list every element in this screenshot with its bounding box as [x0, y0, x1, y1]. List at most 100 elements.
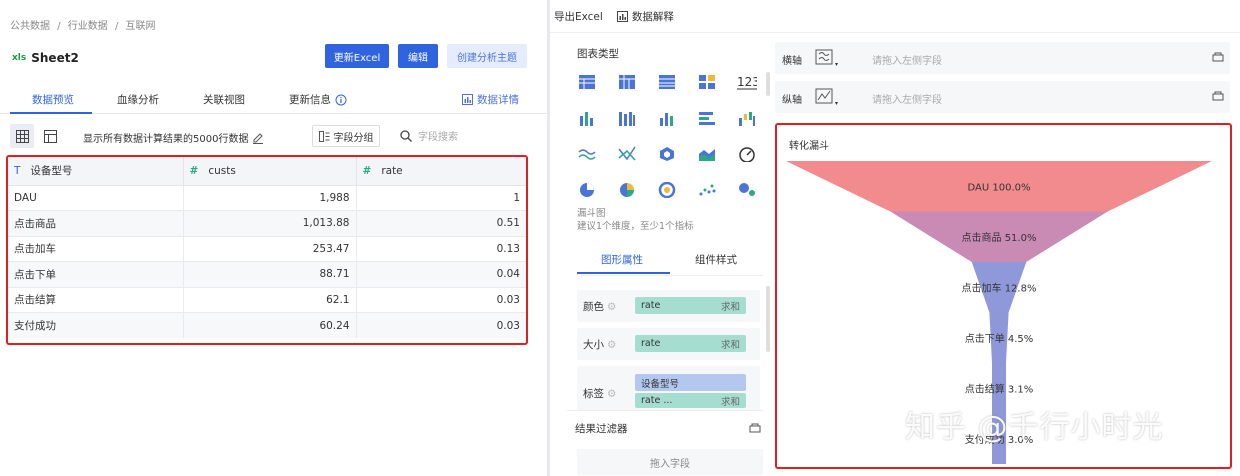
tag-field-pill[interactable]: 设备型号	[635, 374, 746, 391]
table-row: 点击商品 1,013.88 0.51	[8, 210, 526, 237]
data-table-highlight: T 设备型号 # custs # rate DAU 1,988 1 点击商品 1,013.8…	[6, 155, 528, 345]
svg-text:123: 123	[737, 75, 757, 89]
data-detail-link[interactable]: 数据详情	[462, 92, 519, 107]
column-header[interactable]: # rate	[356, 157, 526, 186]
edit-button[interactable]: 编辑	[398, 44, 438, 68]
stacked-bar-icon[interactable]	[617, 108, 637, 128]
property-scrollbar[interactable]	[766, 286, 770, 352]
breadcrumb-industry-data[interactable]: 行业数据	[68, 21, 108, 32]
grouped-bar-icon[interactable]	[577, 108, 597, 128]
active-subtab-indicator	[577, 272, 670, 274]
table-cell: 点击加车	[8, 236, 184, 262]
multi-pie-icon[interactable]	[657, 180, 677, 200]
breadcrumb-sep: /	[57, 21, 61, 32]
line-chart-icon[interactable]	[577, 144, 597, 164]
lock-icon[interactable]	[1212, 51, 1224, 62]
result-filter-section: 结果过滤器 拖入字段	[567, 410, 763, 476]
column-header[interactable]: T 设备型号	[8, 157, 184, 186]
lock-icon[interactable]	[1212, 90, 1224, 101]
detail-table-icon[interactable]	[657, 72, 677, 92]
x-axis-type-icon[interactable]	[815, 49, 839, 67]
gauge-chart-icon[interactable]	[737, 144, 757, 164]
x-axis-label: 横轴	[782, 56, 802, 67]
card-layout-icon[interactable]	[697, 72, 717, 92]
color-field-pill[interactable]: rate 求和	[635, 297, 746, 314]
horizontal-bar-icon[interactable]	[697, 108, 717, 128]
row-count-info: 显示所有数据计算结果的5000行数据	[83, 130, 264, 145]
tab-update-info[interactable]: 更新信息	[289, 92, 347, 107]
column-header[interactable]: # custs	[183, 157, 357, 186]
grid-icon	[15, 129, 29, 143]
radar-chart-icon[interactable]	[617, 144, 637, 164]
size-field-pill[interactable]: rate 求和	[635, 335, 746, 352]
chart-types-title: 图表类型	[577, 48, 619, 60]
color-field-agg: 求和	[720, 301, 740, 313]
settings-icon[interactable]: ⚙	[607, 339, 616, 351]
filter-drop-zone[interactable]: 拖入字段	[577, 449, 763, 475]
field-group-icon	[318, 130, 329, 142]
pie-chart-icon[interactable]	[577, 180, 597, 200]
polygon-chart-icon[interactable]	[657, 144, 677, 164]
table-cell: 88.71	[183, 261, 357, 288]
edit-pencil-icon[interactable]	[252, 132, 264, 144]
active-tab-indicator	[10, 112, 92, 114]
scatter-chart-icon[interactable]	[697, 180, 717, 200]
search-icon	[400, 129, 412, 142]
settings-icon[interactable]: ⚙	[607, 388, 616, 400]
funnel-label: 点击下单 4.5%	[965, 333, 1034, 345]
update-excel-button[interactable]: 更新Excel	[325, 44, 389, 68]
column-chart-icon[interactable]	[657, 108, 677, 128]
tag-rate-name: rate ...	[641, 395, 673, 406]
y-axis-placeholder[interactable]: 请拖入左侧字段	[872, 91, 942, 106]
export-excel-button[interactable]: 导出Excel	[554, 9, 603, 24]
breadcrumb-internet[interactable]: 互联网	[126, 21, 156, 32]
search-placeholder: 字段搜索	[418, 132, 458, 143]
chart-type-scrollbar[interactable]	[766, 72, 770, 96]
table-chart-icon[interactable]	[577, 72, 597, 92]
tab-related-view[interactable]: 关联视图	[203, 92, 245, 107]
kpi-number-icon[interactable]: 123	[737, 72, 757, 92]
excel-file-icon: xls	[12, 53, 27, 63]
sheet-title: xls Sheet2	[12, 51, 79, 65]
data-table: T 设备型号 # custs # rate DAU 1,988 1 点击商品 1,013.8…	[8, 157, 526, 338]
lock-icon[interactable]	[749, 422, 761, 433]
tab-data-preview[interactable]: 数据预览	[32, 92, 74, 107]
color-label: 颜色 ⚙	[583, 299, 616, 314]
x-axis-placeholder[interactable]: 请拖入左侧字段	[872, 52, 942, 67]
layout-icon	[43, 129, 57, 143]
area-chart-icon[interactable]	[697, 144, 717, 164]
tab-graphic-properties[interactable]: 图形属性	[601, 252, 643, 267]
color-label-text: 颜色	[583, 301, 604, 313]
waterfall-icon[interactable]	[737, 108, 757, 128]
cross-table-icon[interactable]	[617, 72, 637, 92]
column-header-label: 设备型号	[30, 165, 73, 178]
layout-view-button[interactable]	[38, 124, 62, 148]
property-tabs: 图形属性 组件样式	[577, 250, 763, 276]
tag-field-name: 设备型号	[641, 378, 680, 390]
settings-icon[interactable]: ⚙	[607, 301, 616, 313]
export-excel-label: 导出Excel	[554, 10, 603, 23]
create-analysis-topic-button[interactable]: 创建分析主题	[447, 44, 527, 68]
size-property-row: 大小 ⚙ rate 求和	[577, 328, 760, 360]
table-cell: 0.03	[356, 287, 526, 313]
tab-component-style[interactable]: 组件样式	[695, 252, 737, 267]
bubble-chart-icon[interactable]	[737, 180, 757, 200]
breadcrumb-sep: /	[114, 21, 119, 32]
table-cell: 0.51	[356, 210, 526, 237]
y-axis-type-icon[interactable]	[815, 88, 839, 106]
tag-rate-pill[interactable]: rate ... 求和	[635, 393, 746, 408]
number-field-icon: #	[189, 164, 199, 177]
tab-lineage-analysis[interactable]: 血缘分析	[117, 92, 159, 107]
table-cell: 1,988	[183, 185, 357, 211]
rose-chart-icon[interactable]	[617, 180, 637, 200]
data-preview-panel: 公共数据 / 行业数据 / 互联网 xls Sheet2 更新Excel 编辑 …	[0, 0, 547, 476]
breadcrumb-public-data[interactable]: 公共数据	[10, 21, 50, 32]
funnel-hint-text: 建议1个维度，至少1个指标	[577, 221, 694, 232]
data-explain-button[interactable]: 数据解释	[616, 9, 674, 24]
grid-view-button[interactable]	[10, 124, 34, 148]
field-search-input[interactable]: 字段搜索	[400, 128, 458, 143]
field-group-button[interactable]: 字段分组	[312, 125, 380, 147]
table-toolbar: 显示所有数据计算结果的5000行数据 字段分组 字段搜索	[0, 124, 547, 150]
table-cell: 0.13	[356, 236, 526, 262]
tag-label-text: 标签	[583, 388, 604, 400]
